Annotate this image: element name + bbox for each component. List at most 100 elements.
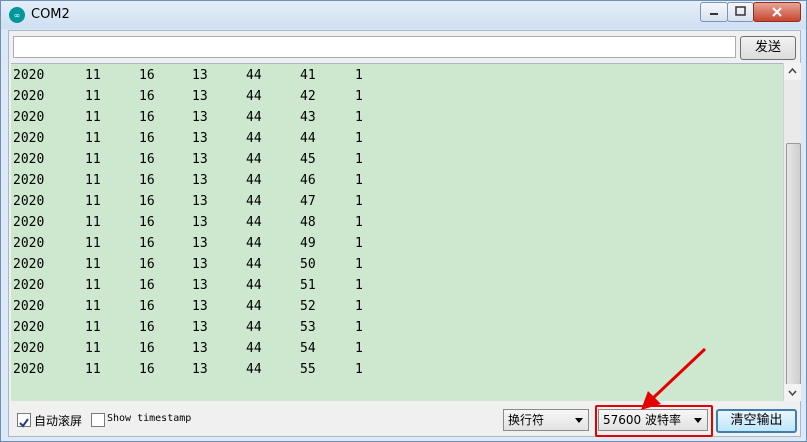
output-field: 11 bbox=[85, 110, 101, 125]
scroll-up-icon[interactable] bbox=[784, 63, 801, 80]
chevron-down-icon bbox=[694, 418, 702, 423]
output-field: 13 bbox=[192, 68, 208, 83]
title-bar[interactable]: ∞ COM2 bbox=[1, 1, 806, 29]
serial-monitor-window: ∞ COM2 发送 2020 11 16 13 44 41 1 2020 11 16 13 44 42 1… bbox=[0, 0, 807, 442]
output-field: 16 bbox=[139, 152, 155, 167]
scrollbar-thumb[interactable] bbox=[786, 143, 801, 385]
output-field: 1 bbox=[355, 152, 363, 167]
send-button[interactable]: 发送 bbox=[740, 36, 796, 60]
output-field: 44 bbox=[246, 68, 262, 83]
output-field: 13 bbox=[192, 194, 208, 209]
output-field: 2020 bbox=[13, 215, 45, 230]
output-field: 16 bbox=[139, 215, 155, 230]
output-field: 44 bbox=[246, 341, 262, 356]
output-field: 11 bbox=[85, 362, 101, 377]
output-field: 11 bbox=[85, 131, 101, 146]
output-field: 11 bbox=[85, 257, 101, 272]
output-field: 13 bbox=[192, 320, 208, 335]
output-field: 44 bbox=[246, 89, 262, 104]
output-field: 44 bbox=[246, 173, 262, 188]
output-field: 44 bbox=[246, 194, 262, 209]
output-field: 2020 bbox=[13, 299, 45, 314]
output-field: 44 bbox=[246, 362, 262, 377]
output-field: 16 bbox=[139, 173, 155, 188]
output-field: 51 bbox=[300, 278, 316, 293]
autoscroll-checkbox[interactable] bbox=[17, 413, 31, 428]
output-field: 2020 bbox=[13, 341, 45, 356]
output-field: 52 bbox=[300, 299, 316, 314]
output-field: 16 bbox=[139, 110, 155, 125]
output-field: 2020 bbox=[13, 173, 45, 188]
output-field: 1 bbox=[355, 110, 363, 125]
scroll-down-icon[interactable] bbox=[784, 384, 801, 401]
output-field: 44 bbox=[246, 299, 262, 314]
output-field: 49 bbox=[300, 236, 316, 251]
output-field: 41 bbox=[300, 68, 316, 83]
output-field: 42 bbox=[300, 89, 316, 104]
output-field: 11 bbox=[85, 89, 101, 104]
chevron-down-icon bbox=[575, 418, 583, 423]
line-ending-value: 换行符 bbox=[508, 413, 545, 427]
close-button[interactable] bbox=[753, 2, 801, 22]
output-field: 2020 bbox=[13, 278, 45, 293]
serial-output[interactable]: 2020 11 16 13 44 41 1 2020 11 16 13 44 42 1 2020 11 16 13… bbox=[11, 63, 783, 401]
output-field: 1 bbox=[355, 299, 363, 314]
output-field: 11 bbox=[85, 278, 101, 293]
output-field: 1 bbox=[355, 320, 363, 335]
output-field: 13 bbox=[192, 257, 208, 272]
output-field: 50 bbox=[300, 257, 316, 272]
output-field: 43 bbox=[300, 110, 316, 125]
output-field: 16 bbox=[139, 68, 155, 83]
output-field: 13 bbox=[192, 110, 208, 125]
minimize-button[interactable] bbox=[700, 2, 728, 22]
client-area: 发送 2020 11 16 13 44 41 1 2020 11 16 13 44 42 1 2020 11 1… bbox=[8, 30, 801, 437]
autoscroll-label: 自动滚屏 bbox=[34, 414, 83, 428]
output-field: 16 bbox=[139, 362, 155, 377]
window-title: COM2 bbox=[31, 7, 70, 22]
baud-rate-select[interactable]: 57600 波特率 bbox=[598, 409, 708, 431]
output-field: 13 bbox=[192, 299, 208, 314]
footer-bar: 自动滚屏 Show timestamp 换行符 57600 波特率 清空输出 bbox=[9, 405, 800, 437]
output-field: 2020 bbox=[13, 131, 45, 146]
output-field: 13 bbox=[192, 215, 208, 230]
output-field: 1 bbox=[355, 131, 363, 146]
output-field: 16 bbox=[139, 320, 155, 335]
output-field: 13 bbox=[192, 236, 208, 251]
output-field: 2020 bbox=[13, 320, 45, 335]
output-field: 1 bbox=[355, 257, 363, 272]
output-field: 16 bbox=[139, 194, 155, 209]
output-field: 44 bbox=[246, 320, 262, 335]
output-field: 2020 bbox=[13, 236, 45, 251]
output-field: 16 bbox=[139, 236, 155, 251]
output-field: 2020 bbox=[13, 110, 45, 125]
output-field: 16 bbox=[139, 299, 155, 314]
output-field: 13 bbox=[192, 89, 208, 104]
output-field: 1 bbox=[355, 278, 363, 293]
output-field: 1 bbox=[355, 362, 363, 377]
output-field: 11 bbox=[85, 215, 101, 230]
output-field: 16 bbox=[139, 278, 155, 293]
arduino-icon: ∞ bbox=[9, 7, 25, 23]
output-field: 47 bbox=[300, 194, 316, 209]
maximize-button[interactable] bbox=[727, 2, 754, 22]
output-field: 54 bbox=[300, 341, 316, 356]
output-field: 2020 bbox=[13, 152, 45, 167]
output-field: 2020 bbox=[13, 362, 45, 377]
output-field: 2020 bbox=[13, 68, 45, 83]
output-field: 55 bbox=[300, 362, 316, 377]
output-field: 16 bbox=[139, 341, 155, 356]
output-field: 1 bbox=[355, 236, 363, 251]
output-field: 13 bbox=[192, 362, 208, 377]
output-field: 16 bbox=[139, 131, 155, 146]
line-ending-select[interactable]: 换行符 bbox=[503, 409, 589, 431]
clear-output-button[interactable]: 清空输出 bbox=[716, 409, 797, 433]
output-field: 45 bbox=[300, 152, 316, 167]
output-field: 1 bbox=[355, 173, 363, 188]
send-input[interactable] bbox=[13, 36, 736, 58]
svg-text:∞: ∞ bbox=[14, 11, 21, 20]
timestamp-checkbox[interactable] bbox=[91, 413, 105, 427]
vertical-scrollbar[interactable] bbox=[783, 63, 801, 401]
output-field: 48 bbox=[300, 215, 316, 230]
output-field: 44 bbox=[246, 257, 262, 272]
output-field: 44 bbox=[246, 110, 262, 125]
